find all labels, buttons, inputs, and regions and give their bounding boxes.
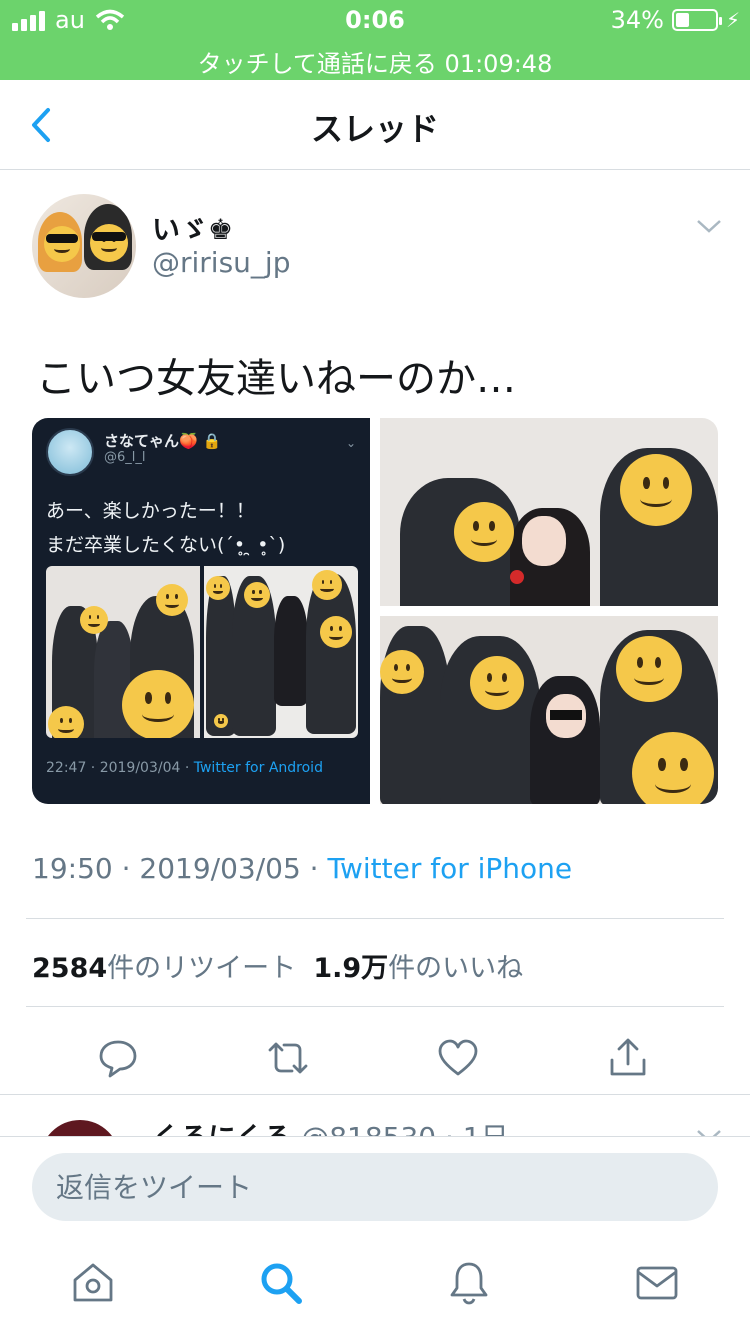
embedded-client: Twitter for Android (193, 760, 323, 776)
embedded-meta: 22:47 · 2019/03/04 · Twitter for Android (46, 760, 323, 776)
home-icon[interactable] (70, 1260, 116, 1306)
reply-author-meta: @818530 · 1日 (301, 1121, 508, 1136)
reply-composer (0, 1136, 750, 1236)
embedded-photo (46, 566, 200, 738)
like-icon[interactable] (436, 1036, 480, 1080)
embedded-photo (204, 566, 358, 738)
notifications-icon[interactable] (446, 1260, 492, 1306)
divider (26, 918, 724, 919)
media-grid: さなてゃん🍑 🔒 @6_l_l ⌄ あー、楽しかったー！！ まだ卒業したくない(… (32, 418, 718, 804)
reply-author-name: くろにくろ (152, 1121, 291, 1136)
tweet-time-date: 19:50 · 2019/03/05 · (32, 852, 328, 885)
avatar[interactable] (32, 194, 136, 298)
embedded-caret-icon: ⌄ (345, 436, 356, 450)
divider (0, 1094, 750, 1095)
embedded-time: 22:47 · 2019/03/04 · (46, 760, 194, 776)
engagement-stats: 2584件のリツイート 1.9万件のいいね (32, 946, 523, 985)
user-handle[interactable]: @ririsu_jp (152, 246, 290, 279)
reply-tweet[interactable]: くろにくろ @818530 · 1日 (0, 1100, 750, 1136)
like-count[interactable]: 1.9万 (313, 953, 388, 984)
media-screenshot[interactable]: さなてゃん🍑 🔒 @6_l_l ⌄ あー、楽しかったー！！ まだ卒業したくない(… (32, 418, 370, 804)
battery-percent: 34% (610, 6, 664, 34)
return-to-call-banner[interactable]: タッチして通話に戻る 01:09:48 (0, 44, 750, 79)
tweet-text: こいつ女友達いねーのか… (36, 356, 516, 402)
retweet-count[interactable]: 2584 (32, 953, 107, 984)
share-icon[interactable] (606, 1036, 650, 1080)
messages-icon[interactable] (634, 1260, 680, 1306)
charging-icon: ⚡ (725, 8, 740, 32)
embedded-avatar (46, 428, 94, 476)
embedded-handle: @6_l_l (104, 450, 146, 465)
battery-group: 34% ⚡ (611, 6, 740, 34)
retweet-label[interactable]: 件のリツイート (107, 953, 296, 984)
reply-icon[interactable] (96, 1036, 140, 1080)
tab-bar (0, 1236, 750, 1334)
media-photo[interactable] (380, 418, 718, 606)
divider (26, 1006, 724, 1007)
caret-down-icon[interactable] (696, 1128, 722, 1136)
media-photo[interactable] (380, 616, 718, 804)
like-label[interactable]: 件のいいね (388, 953, 523, 984)
navigation-bar: スレッド (0, 80, 750, 170)
tweet-client-link[interactable]: Twitter for iPhone (327, 852, 572, 885)
tweet-timestamp: 19:50 · 2019/03/05 · Twitter for iPhone (32, 852, 572, 885)
embedded-display-name: さなてゃん🍑 🔒 (104, 432, 222, 450)
battery-icon (671, 9, 722, 31)
display-name[interactable]: いゞ♚ (152, 208, 233, 248)
search-icon[interactable] (258, 1260, 304, 1306)
retweet-icon[interactable] (266, 1036, 310, 1080)
caret-down-icon[interactable] (696, 218, 722, 234)
avatar[interactable] (40, 1120, 120, 1136)
page-title: スレッド (310, 110, 439, 148)
embedded-tweet-text: あー、楽しかったー！！ まだ卒業したくない(´•̥ ̯ •̥`) (46, 500, 286, 556)
reply-author: くろにくろ @818530 · 1日 (152, 1116, 509, 1136)
tweet-actions (0, 1026, 750, 1094)
reply-input[interactable] (32, 1153, 718, 1221)
status-bar: au 0:06 34% ⚡ タッチして通話に戻る 01:09:48 (0, 0, 750, 80)
